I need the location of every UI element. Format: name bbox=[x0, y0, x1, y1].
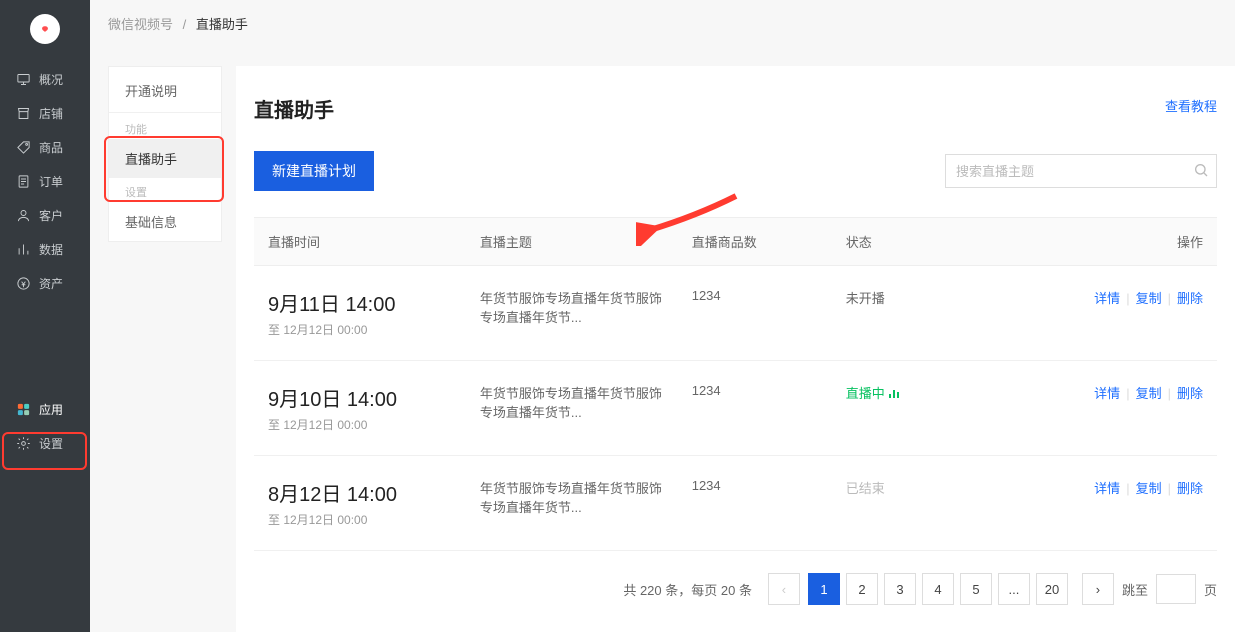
page-number-button[interactable]: 3 bbox=[884, 573, 916, 605]
nav-goods[interactable]: 商品 bbox=[0, 130, 90, 164]
op-delete[interactable]: 删除 bbox=[1177, 386, 1203, 401]
page-jump-input[interactable] bbox=[1156, 574, 1196, 604]
coin-icon bbox=[16, 276, 31, 291]
primary-nav: 概况 店铺 商品 订单 客户 数据 资产 应用 设置 bbox=[0, 0, 90, 632]
nav-item-label: 设置 bbox=[39, 435, 63, 452]
nav-overview[interactable]: 概况 bbox=[0, 62, 90, 96]
nav-item-label: 商品 bbox=[39, 139, 63, 156]
col-ops: 操作 bbox=[1024, 218, 1217, 266]
row-time-main: 9月11日 14:00 bbox=[268, 288, 452, 317]
apps-icon bbox=[16, 402, 31, 417]
monitor-icon bbox=[16, 72, 31, 87]
op-delete[interactable]: 删除 bbox=[1177, 481, 1203, 496]
nav-settings[interactable]: 设置 bbox=[0, 426, 90, 460]
search-input[interactable] bbox=[945, 154, 1217, 188]
page-number-button[interactable]: 20 bbox=[1036, 573, 1068, 605]
op-copy[interactable]: 复制 bbox=[1136, 481, 1162, 496]
breadcrumb: 微信视频号 / 直播助手 bbox=[108, 14, 248, 33]
row-goods-count: 1234 bbox=[678, 266, 832, 361]
row-time-sub: 至 12月12日 00:00 bbox=[268, 321, 452, 338]
row-time-sub: 至 12月12日 00:00 bbox=[268, 511, 452, 528]
nav-item-label: 数据 bbox=[39, 241, 63, 258]
op-copy[interactable]: 复制 bbox=[1136, 291, 1162, 306]
nav-customers[interactable]: 客户 bbox=[0, 198, 90, 232]
row-goods-count: 1234 bbox=[678, 456, 832, 551]
page-next-button[interactable]: › bbox=[1082, 573, 1114, 605]
row-time-sub: 至 12月12日 00:00 bbox=[268, 416, 452, 433]
row-topic: 年货节服饰专场直播年货节服饰专场直播年货节... bbox=[466, 456, 678, 551]
table-row: 9月10日 14:00 至 12月12日 00:00 年货节服饰专场直播年货节服饰专… bbox=[254, 361, 1217, 456]
nav-assets[interactable]: 资产 bbox=[0, 266, 90, 300]
nav-orders[interactable]: 订单 bbox=[0, 164, 90, 198]
op-detail[interactable]: 详情 bbox=[1094, 386, 1120, 401]
tutorial-link[interactable]: 查看教程 bbox=[1165, 96, 1217, 115]
nav-item-label: 应用 bbox=[39, 401, 63, 418]
status-not-started: 未开播 bbox=[846, 291, 885, 306]
page-number-button[interactable]: 1 bbox=[808, 573, 840, 605]
breadcrumb-separator: / bbox=[183, 17, 187, 32]
search-icon bbox=[1193, 162, 1209, 183]
page-summary: 共 220 条，每页 20 条 bbox=[623, 580, 752, 599]
subnav-section-feature: 功能 bbox=[109, 115, 221, 139]
page-prev-button[interactable]: ‹ bbox=[768, 573, 800, 605]
op-delete[interactable]: 删除 bbox=[1177, 291, 1203, 306]
secondary-nav: 开通说明 功能 直播助手 设置 基础信息 bbox=[108, 66, 222, 242]
nav-data[interactable]: 数据 bbox=[0, 232, 90, 266]
main-content: 直播助手 查看教程 新建直播计划 直播时间 直播主题 直播商品数 状态 操作 9… bbox=[236, 66, 1235, 632]
col-status: 状态 bbox=[832, 218, 1025, 266]
col-time: 直播时间 bbox=[254, 218, 466, 266]
op-detail[interactable]: 详情 bbox=[1094, 291, 1120, 306]
col-topic: 直播主题 bbox=[466, 218, 678, 266]
op-copy[interactable]: 复制 bbox=[1136, 386, 1162, 401]
gear-icon bbox=[16, 436, 31, 451]
row-goods-count: 1234 bbox=[678, 361, 832, 456]
nav-shop[interactable]: 店铺 bbox=[0, 96, 90, 130]
page-number-button[interactable]: 2 bbox=[846, 573, 878, 605]
page-number-button[interactable]: 5 bbox=[960, 573, 992, 605]
search-wrap bbox=[945, 154, 1217, 188]
user-icon bbox=[16, 208, 31, 223]
tag-icon bbox=[16, 140, 31, 155]
status-live: 直播中 bbox=[846, 386, 885, 401]
store-icon bbox=[16, 106, 31, 121]
row-topic: 年货节服饰专场直播年货节服饰专场直播年货节... bbox=[466, 361, 678, 456]
subnav-open-guide[interactable]: 开通说明 bbox=[109, 67, 221, 110]
nav-item-label: 店铺 bbox=[39, 105, 63, 122]
page-title: 直播助手 bbox=[254, 94, 1217, 123]
app-logo bbox=[30, 14, 60, 44]
jump-unit: 页 bbox=[1204, 580, 1217, 599]
table-row: 9月11日 14:00 至 12月12日 00:00 年货节服饰专场直播年货节服饰专… bbox=[254, 266, 1217, 361]
nav-apps[interactable]: 应用 bbox=[0, 392, 90, 426]
page-ellipsis: ... bbox=[998, 573, 1030, 605]
nav-item-label: 客户 bbox=[39, 207, 63, 224]
list-icon bbox=[16, 174, 31, 189]
subnav-live-assistant[interactable]: 直播助手 bbox=[109, 139, 221, 178]
row-time-main: 9月10日 14:00 bbox=[268, 383, 452, 412]
row-time-main: 8月12日 14:00 bbox=[268, 478, 452, 507]
subnav-basic-info[interactable]: 基础信息 bbox=[109, 202, 221, 241]
op-detail[interactable]: 详情 bbox=[1094, 481, 1120, 496]
subnav-section-settings: 设置 bbox=[109, 178, 221, 202]
nav-item-label: 订单 bbox=[39, 173, 63, 190]
live-indicator-icon bbox=[889, 390, 899, 398]
breadcrumb-current: 直播助手 bbox=[196, 17, 248, 32]
row-topic: 年货节服饰专场直播年货节服饰专场直播年货节... bbox=[466, 266, 678, 361]
bars-icon bbox=[16, 242, 31, 257]
live-plan-table: 直播时间 直播主题 直播商品数 状态 操作 9月11日 14:00 至 12月12… bbox=[254, 217, 1217, 551]
nav-item-label: 资产 bbox=[39, 275, 63, 292]
status-ended: 已结束 bbox=[846, 481, 885, 496]
table-row: 8月12日 14:00 至 12月12日 00:00 年货节服饰专场直播年货节服饰专… bbox=[254, 456, 1217, 551]
col-goods: 直播商品数 bbox=[678, 218, 832, 266]
create-plan-button[interactable]: 新建直播计划 bbox=[254, 151, 374, 191]
pagination: 共 220 条，每页 20 条 ‹ 12345...20 › 跳至 页 bbox=[254, 573, 1217, 605]
jump-label: 跳至 bbox=[1122, 580, 1148, 599]
breadcrumb-root[interactable]: 微信视频号 bbox=[108, 17, 173, 32]
nav-item-label: 概况 bbox=[39, 71, 63, 88]
page-number-button[interactable]: 4 bbox=[922, 573, 954, 605]
